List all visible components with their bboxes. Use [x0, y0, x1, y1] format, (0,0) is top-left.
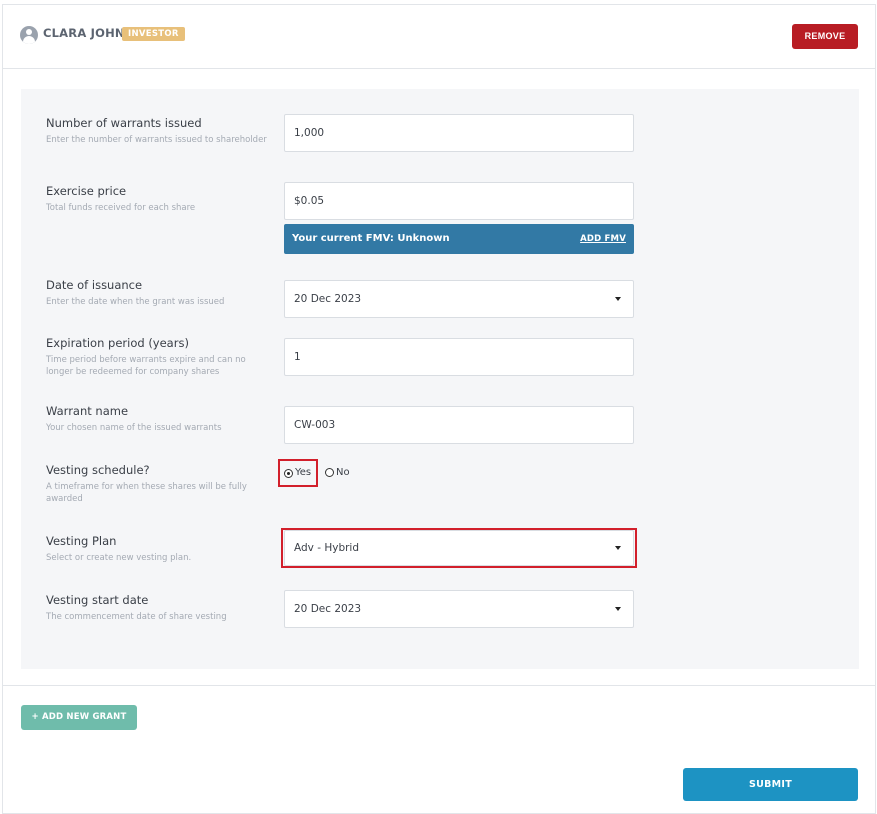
vesting-plan-select[interactable]: Adv - Hybrid — [284, 530, 634, 566]
grant-form-panel: Number of warrants issued Enter the numb… — [21, 89, 859, 669]
shareholder-name: CLARA JOHN — [43, 26, 125, 40]
chevron-down-icon — [615, 297, 621, 301]
exercise-price-help: Total funds received for each share — [46, 203, 196, 213]
grant-card: CLARA JOHN INVESTOR REMOVE Number of war… — [2, 4, 876, 814]
no-radio[interactable] — [325, 468, 334, 477]
vesting-plan-value: Adv - Hybrid — [294, 542, 360, 554]
warrant-name-help: Your chosen name of the issued warrants — [46, 423, 222, 433]
fmv-text: Your current FMV: Unknown — [292, 233, 450, 244]
vesting-schedule-help: A timeframe for when these shares will b… — [46, 482, 247, 504]
vesting-plan-help: Select or create new vesting plan. — [46, 553, 192, 563]
exercise-price-input[interactable]: $0.05 — [284, 182, 634, 220]
yes-radio[interactable] — [284, 469, 293, 478]
vesting-start-help: The commencement date of share vesting — [46, 612, 227, 622]
warrants-input[interactable]: 1,000 — [284, 114, 634, 152]
date-of-issuance-help: Enter the date when the grant was issued — [46, 297, 225, 307]
no-radio-label[interactable]: No — [336, 467, 350, 478]
yes-radio-label[interactable]: Yes — [295, 467, 311, 478]
user-icon-body — [23, 36, 35, 44]
exercise-price-label: Exercise price — [46, 184, 127, 198]
vesting-start-select[interactable]: 20 Dec 2023 — [284, 590, 634, 628]
remove-button[interactable]: REMOVE — [792, 24, 858, 49]
add-fmv-link[interactable]: ADD FMV — [580, 234, 626, 244]
role-badge: INVESTOR — [122, 27, 185, 41]
expiration-label: Expiration period (years) — [46, 336, 189, 350]
expiration-input[interactable]: 1 — [284, 338, 634, 376]
avatar — [20, 26, 38, 44]
warrants-label: Number of warrants issued — [46, 116, 202, 130]
divider — [3, 685, 875, 686]
warrant-name-input[interactable]: CW-003 — [284, 406, 634, 444]
fmv-banner: Your current FMV: Unknown ADD FMV — [284, 224, 634, 254]
vesting-plan-label: Vesting Plan — [46, 534, 117, 548]
vesting-start-value: 20 Dec 2023 — [294, 603, 362, 615]
user-icon-head — [26, 29, 32, 35]
card-header: CLARA JOHN INVESTOR REMOVE — [3, 5, 875, 69]
date-of-issuance-value: 20 Dec 2023 — [294, 293, 362, 305]
warrants-help: Enter the number of warrants issued to s… — [46, 135, 267, 145]
date-of-issuance-label: Date of issuance — [46, 278, 143, 292]
warrant-name-label: Warrant name — [46, 404, 129, 418]
expiration-help: Time period before warrants expire and c… — [46, 355, 246, 377]
date-of-issuance-select[interactable]: 20 Dec 2023 — [284, 280, 634, 318]
add-new-grant-button[interactable]: + ADD NEW GRANT — [21, 705, 137, 730]
vesting-schedule-label: Vesting schedule? — [46, 463, 150, 477]
submit-button[interactable]: SUBMIT — [683, 768, 858, 801]
vesting-start-label: Vesting start date — [46, 593, 149, 607]
chevron-down-icon — [615, 546, 621, 550]
chevron-down-icon — [615, 607, 621, 611]
